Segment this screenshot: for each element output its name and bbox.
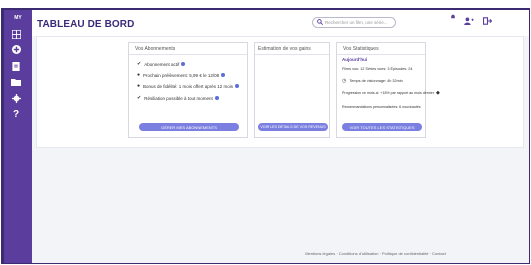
info-icon[interactable] xyxy=(214,96,219,100)
footer-links[interactable]: Mentions légales · Conditions d'utilisat… xyxy=(305,251,446,256)
statistics-panel: Vos Statistiques Aujourd'hui Films vus: … xyxy=(336,42,440,138)
bullet-icon: ● xyxy=(137,83,141,89)
subscriptions-panel: Vos Abonnements ✔ Abonnement actif ● Pro… xyxy=(128,42,248,138)
page-title: TABLEAU DE BORD xyxy=(37,19,135,30)
notification-icon[interactable] xyxy=(450,14,456,22)
stat-line: Recommandations personnalisées: 6 nouvea… xyxy=(342,105,421,109)
row-text: Abonnement actif xyxy=(144,61,180,67)
list-item: ✔ Abonnement actif xyxy=(137,61,186,67)
list-item: ● Bonus de fidélité: 1 mois offert après… xyxy=(137,83,239,89)
plus-circle-icon[interactable] xyxy=(10,43,22,55)
panel-title: Estimation de vos gains xyxy=(258,46,311,52)
folder-icon[interactable] xyxy=(10,76,22,88)
stat-heading: Aujourd'hui xyxy=(342,57,368,62)
app-logo[interactable]: MY xyxy=(6,12,30,24)
info-icon[interactable] xyxy=(181,62,186,66)
search-placeholder: Rechercher un film, une série... xyxy=(325,20,388,25)
stat-line: Progression ce mois-ci: +18% par rapport… xyxy=(342,90,443,96)
settings-icon[interactable] xyxy=(10,92,22,104)
stat-line: ◷ Temps de visionnage: 4h 32min xyxy=(342,78,403,84)
logout-icon[interactable] xyxy=(482,17,493,27)
grid-icon[interactable] xyxy=(10,28,22,40)
row-text: Films vus: 12 Séries vues: 3 Épisodes: 2… xyxy=(342,67,413,71)
document-icon[interactable] xyxy=(10,60,22,72)
bullet-icon: ● xyxy=(137,72,141,78)
divider xyxy=(255,54,329,55)
check-icon: ✔ xyxy=(137,95,142,101)
row-text: Recommandations personnalisées: 6 nouvea… xyxy=(342,105,421,109)
panel-title: Vos Statistiques xyxy=(343,46,379,52)
view-statistics-button[interactable]: VOIR TOUTES LES STATISTIQUES xyxy=(342,123,422,131)
stat-line: Films vus: 12 Séries vues: 3 Épisodes: 2… xyxy=(342,67,413,71)
diamond-icon: ◆ xyxy=(435,90,440,96)
row-text: Temps de visionnage: 4h 32min xyxy=(349,79,403,83)
list-item: ✔ Résiliation possible à tout moment xyxy=(137,95,219,101)
help-icon[interactable]: ? xyxy=(10,108,22,120)
view-revenue-button[interactable]: VOIR LES DÉTAILS DE VOS REVENUS xyxy=(258,123,328,131)
row-text: Résiliation possible à tout moment xyxy=(144,95,213,101)
check-icon: ✔ xyxy=(137,61,142,67)
info-icon[interactable] xyxy=(221,73,226,77)
divider xyxy=(129,54,247,55)
earnings-panel: Estimation de vos gains VOIR LES DÉTAILS… xyxy=(254,42,330,138)
sidebar: MY ? xyxy=(4,10,32,263)
user-add-icon[interactable] xyxy=(464,17,474,27)
info-icon[interactable] xyxy=(235,84,239,88)
divider xyxy=(337,54,425,55)
search-input[interactable]: Rechercher un film, une série... xyxy=(312,17,396,28)
footer: Mentions légales · Conditions d'utilisat… xyxy=(0,251,531,256)
top-bar: TABLEAU DE BORD Rechercher un film, une … xyxy=(32,10,529,36)
manage-subscriptions-button[interactable]: GÉRER MES ABONNEMENTS xyxy=(139,123,239,131)
clock-icon: ◷ xyxy=(342,78,347,84)
list-item: ● Prochain prélèvement: 5,99 € le 12/08 xyxy=(137,72,226,78)
search-icon xyxy=(317,18,324,27)
row-text: Prochain prélèvement: 5,99 € le 12/08 xyxy=(143,72,220,78)
row-text: Bonus de fidélité: 1 mois offert après 1… xyxy=(143,83,233,89)
panel-title: Vos Abonnements xyxy=(135,46,176,52)
row-text: Progression ce mois-ci: +18% par rapport… xyxy=(342,91,434,95)
